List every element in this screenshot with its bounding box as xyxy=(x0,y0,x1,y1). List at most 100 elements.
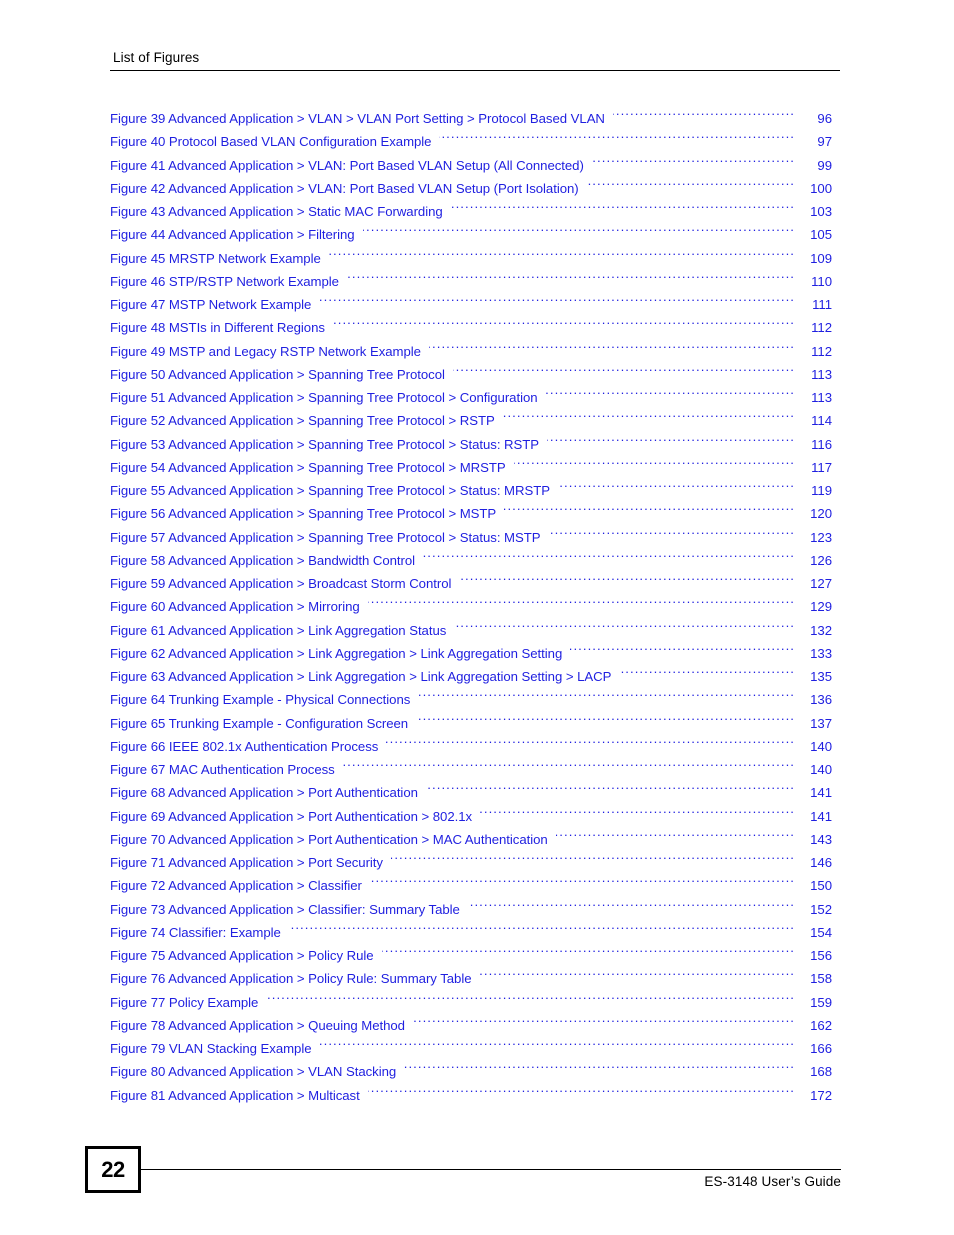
figure-list-item[interactable]: Figure 45 MRSTP Network Example 109 xyxy=(110,247,832,270)
figure-list-item[interactable]: Figure 55 Advanced Application > Spannin… xyxy=(110,479,832,502)
dot-leader xyxy=(548,528,795,541)
figure-list-item-label: Figure 81 Advanced Application > Multica… xyxy=(110,1087,360,1103)
figure-list-item[interactable]: Figure 73 Advanced Application > Classif… xyxy=(110,898,832,921)
figure-list-item[interactable]: Figure 48 MSTIs in Different Regions 112 xyxy=(110,316,832,339)
figure-list-item[interactable]: Figure 78 Advanced Application > Queuing… xyxy=(110,1014,832,1037)
figure-list-item[interactable]: Figure 50 Advanced Application > Spannin… xyxy=(110,363,832,386)
dot-leader xyxy=(370,877,795,890)
figure-list-item[interactable]: Figure 66 IEEE 802.1x Authentication Pro… xyxy=(110,735,832,758)
figure-list-item-label: Figure 64 Trunking Example - Physical Co… xyxy=(110,692,411,708)
figure-list-item[interactable]: Figure 71 Advanced Application > Port Se… xyxy=(110,851,832,874)
figure-list-item[interactable]: Figure 52 Advanced Application > Spannin… xyxy=(110,409,832,432)
figure-list-item-page: 123 xyxy=(810,529,832,545)
figure-list-item-label: Figure 42 Advanced Application > VLAN: P… xyxy=(110,180,579,196)
figure-list-item-label: Figure 62 Advanced Application > Link Ag… xyxy=(110,645,563,661)
figure-list-item-page: 116 xyxy=(811,436,832,452)
figure-list-item[interactable]: Figure 75 Advanced Application > Policy … xyxy=(110,944,832,967)
figure-list-item-page: 140 xyxy=(810,762,832,777)
figure-list-item[interactable]: Figure 40 Protocol Based VLAN Configurat… xyxy=(110,130,832,153)
figure-list-item-label: Figure 39 Advanced Application > VLAN > … xyxy=(110,111,605,126)
page-number: 22 xyxy=(101,1156,125,1182)
figure-list-item-label: Figure 77 Policy Example xyxy=(110,994,259,1010)
dot-leader xyxy=(459,575,795,588)
figure-list-item[interactable]: Figure 74 Classifier: Example 154 xyxy=(110,921,832,944)
figure-list-item-label: Figure 78 Advanced Application > Queuing… xyxy=(110,1017,405,1033)
figure-list-item-label: Figure 76 Advanced Application > Policy … xyxy=(110,971,472,987)
figure-list-item[interactable]: Figure 61 Advanced Application > Link Ag… xyxy=(110,619,832,642)
figure-list-item[interactable]: Figure 81 Advanced Application > Multica… xyxy=(110,1084,832,1107)
figure-list-item[interactable]: Figure 76 Advanced Application > Policy … xyxy=(110,967,832,990)
dot-leader xyxy=(503,412,795,425)
dot-leader xyxy=(619,668,795,681)
figure-list-item-label: Figure 74 Classifier: Example xyxy=(110,924,281,940)
figure-list-item[interactable]: Figure 59 Advanced Application > Broadca… xyxy=(110,572,832,595)
figure-list-item[interactable]: Figure 58 Advanced Application > Bandwid… xyxy=(110,549,832,572)
figure-list-item[interactable]: Figure 64 Trunking Example - Physical Co… xyxy=(110,688,832,711)
figure-list-item-label: Figure 55 Advanced Application > Spannin… xyxy=(110,483,550,498)
figure-list-item[interactable]: Figure 39 Advanced Application > VLAN > … xyxy=(110,107,832,130)
figure-list-item-page: 137 xyxy=(810,715,832,731)
figure-list-item-page: 133 xyxy=(810,645,832,661)
figure-list-item[interactable]: Figure 51 Advanced Application > Spannin… xyxy=(110,386,832,409)
dot-leader xyxy=(329,249,795,262)
figure-list-item[interactable]: Figure 65 Trunking Example - Configurati… xyxy=(110,712,832,735)
figure-list-item[interactable]: Figure 69 Advanced Application > Port Au… xyxy=(110,805,832,828)
figure-list-item[interactable]: Figure 47 MSTP Network Example 111 xyxy=(110,293,832,316)
figure-list-item-label: Figure 72 Advanced Application > Classif… xyxy=(110,878,362,894)
figure-list-item[interactable]: Figure 43 Advanced Application > Static … xyxy=(110,200,832,223)
figure-list-item[interactable]: Figure 68 Advanced Application > Port Au… xyxy=(110,781,832,804)
figure-list-item-label: Figure 73 Advanced Application > Classif… xyxy=(110,901,460,917)
figure-list-item[interactable]: Figure 72 Advanced Application > Classif… xyxy=(110,874,832,897)
figure-list-item-page: 156 xyxy=(810,948,832,963)
figure-list-item-page: 136 xyxy=(810,692,832,708)
figure-list-item-label: Figure 40 Protocol Based VLAN Configurat… xyxy=(110,134,432,150)
dot-leader xyxy=(451,203,795,216)
figure-list-item[interactable]: Figure 46 STP/RSTP Network Example 110 xyxy=(110,270,832,293)
figure-list-item-page: 166 xyxy=(810,1041,832,1056)
figure-list-item[interactable]: Figure 60 Advanced Application > Mirrori… xyxy=(110,595,832,618)
figure-list-item[interactable]: Figure 53 Advanced Application > Spannin… xyxy=(110,433,832,456)
figure-list-item[interactable]: Figure 57 Advanced Application > Spannin… xyxy=(110,526,832,549)
figure-list-item-label: Figure 75 Advanced Application > Policy … xyxy=(110,948,374,963)
list-of-figures: Figure 39 Advanced Application > VLAN > … xyxy=(110,107,832,1107)
figure-list-item-page: 143 xyxy=(810,831,832,847)
figure-list-item-page: 103 xyxy=(810,204,832,219)
dot-leader xyxy=(468,900,795,913)
figure-list-item[interactable]: Figure 67 MAC Authentication Process 140 xyxy=(110,758,832,781)
figure-list-item-label: Figure 58 Advanced Application > Bandwid… xyxy=(110,552,416,568)
dot-leader xyxy=(363,226,795,239)
figure-list-item[interactable]: Figure 54 Advanced Application > Spannin… xyxy=(110,456,832,479)
figure-list-item-label: Figure 60 Advanced Application > Mirrori… xyxy=(110,599,360,615)
figure-list-item-page: 110 xyxy=(811,273,832,289)
dot-leader xyxy=(592,156,795,169)
figure-list-item-page: 112 xyxy=(811,320,832,336)
figure-list-item[interactable]: Figure 44 Advanced Application > Filteri… xyxy=(110,223,832,246)
figure-list-item[interactable]: Figure 56 Advanced Application > Spannin… xyxy=(110,502,832,525)
figure-list-item[interactable]: Figure 63 Advanced Application > Link Ag… xyxy=(110,665,832,688)
figure-list-item[interactable]: Figure 77 Policy Example 159 xyxy=(110,991,832,1014)
dot-leader xyxy=(347,273,795,286)
figure-list-item-page: 111 xyxy=(812,297,832,312)
figure-list-item-page: 117 xyxy=(811,459,832,475)
figure-list-item-label: Figure 69 Advanced Application > Port Au… xyxy=(110,808,473,824)
figure-list-item-page: 141 xyxy=(810,808,832,824)
figure-list-item-page: 114 xyxy=(811,413,832,429)
figure-list-item[interactable]: Figure 70 Advanced Application > Port Au… xyxy=(110,828,832,851)
figure-list-item-page: 113 xyxy=(811,390,832,405)
figure-list-item-page: 159 xyxy=(810,994,832,1010)
figure-list-item[interactable]: Figure 49 MSTP and Legacy RSTP Network E… xyxy=(110,340,832,363)
figure-list-item-label: Figure 48 MSTIs in Different Regions xyxy=(110,320,325,336)
figure-list-item[interactable]: Figure 80 Advanced Application > VLAN St… xyxy=(110,1060,832,1083)
figure-list-item-label: Figure 67 MAC Authentication Process xyxy=(110,762,335,777)
figure-list-item-label: Figure 68 Advanced Application > Port Au… xyxy=(110,785,418,801)
footer-divider xyxy=(141,1169,841,1170)
dot-leader xyxy=(429,342,795,355)
figure-list-item[interactable]: Figure 79 VLAN Stacking Example 166 xyxy=(110,1037,832,1060)
figure-list-item[interactable]: Figure 42 Advanced Application > VLAN: P… xyxy=(110,177,832,200)
figure-list-item-page: 154 xyxy=(810,924,832,940)
dot-leader xyxy=(368,1086,795,1099)
header-divider xyxy=(110,70,840,71)
figure-list-item[interactable]: Figure 62 Advanced Application > Link Ag… xyxy=(110,642,832,665)
figure-list-item[interactable]: Figure 41 Advanced Application > VLAN: P… xyxy=(110,154,832,177)
figure-list-item-page: 109 xyxy=(810,250,832,266)
